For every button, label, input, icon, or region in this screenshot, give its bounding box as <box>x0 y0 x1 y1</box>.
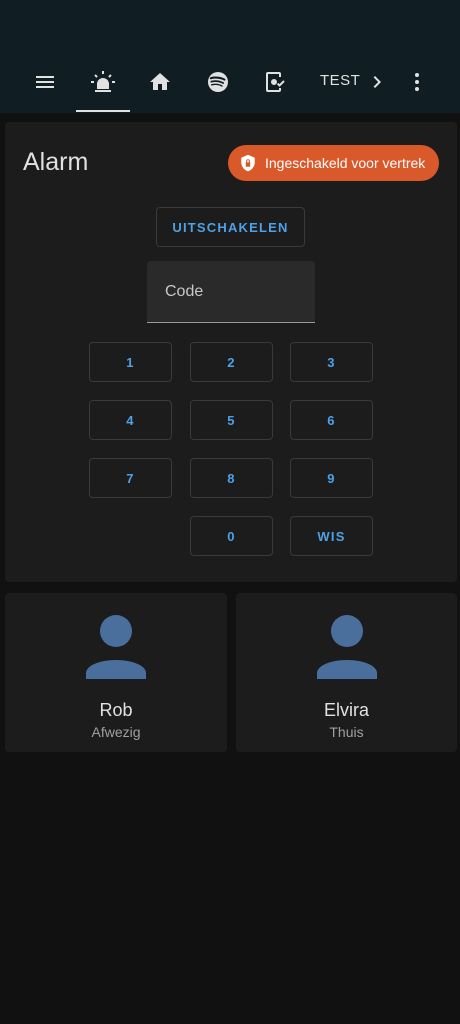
tab-test[interactable]: TEST <box>320 72 360 89</box>
person-state: Afwezig <box>91 724 141 740</box>
keypad-key-9[interactable]: 9 <box>290 458 373 498</box>
keypad-key-2[interactable]: 2 <box>190 342 273 382</box>
chevron-right-icon[interactable] <box>357 62 397 102</box>
active-tab-indicator <box>76 110 130 112</box>
spotify-icon[interactable] <box>198 62 238 102</box>
tablet-dashboard-icon[interactable] <box>255 62 295 102</box>
home-icon[interactable] <box>140 62 180 102</box>
keypad-key-4[interactable]: 4 <box>89 400 172 440</box>
account-icon <box>84 615 148 679</box>
person-state: Thuis <box>329 724 364 740</box>
keypad-clear-button[interactable]: WIS <box>290 516 373 556</box>
alarm-light-icon[interactable] <box>83 62 123 102</box>
code-input[interactable]: Code <box>147 261 315 323</box>
keypad-key-6[interactable]: 6 <box>290 400 373 440</box>
account-icon <box>315 615 379 679</box>
keypad-key-5[interactable]: 5 <box>190 400 273 440</box>
disarm-button[interactable]: UITSCHAKELEN <box>156 207 305 247</box>
keypad-key-7[interactable]: 7 <box>89 458 172 498</box>
dots-vertical-icon[interactable] <box>397 62 437 102</box>
alarm-panel-card: Alarm Ingeschakeld voor vertrek UITSCHAK… <box>5 122 457 582</box>
lock-icon <box>239 154 257 172</box>
alarm-state-label: Ingeschakeld voor vertrek <box>265 155 426 171</box>
person-name: Rob <box>99 700 133 720</box>
code-input-label: Code <box>165 283 204 300</box>
top-app-bar: TEST <box>0 0 460 113</box>
person-name: Elvira <box>323 700 369 720</box>
keypad-key-1[interactable]: 1 <box>89 342 172 382</box>
alarm-title: Alarm <box>23 148 89 176</box>
keypad-key-3[interactable]: 3 <box>290 342 373 382</box>
person-card-elvira[interactable]: Elvira Thuis <box>236 593 457 752</box>
alarm-state-badge: Ingeschakeld voor vertrek <box>228 145 439 181</box>
keypad-key-8[interactable]: 8 <box>190 458 273 498</box>
menu-icon[interactable] <box>25 62 65 102</box>
person-card-rob[interactable]: Rob Afwezig <box>5 593 227 752</box>
keypad-key-0[interactable]: 0 <box>190 516 273 556</box>
